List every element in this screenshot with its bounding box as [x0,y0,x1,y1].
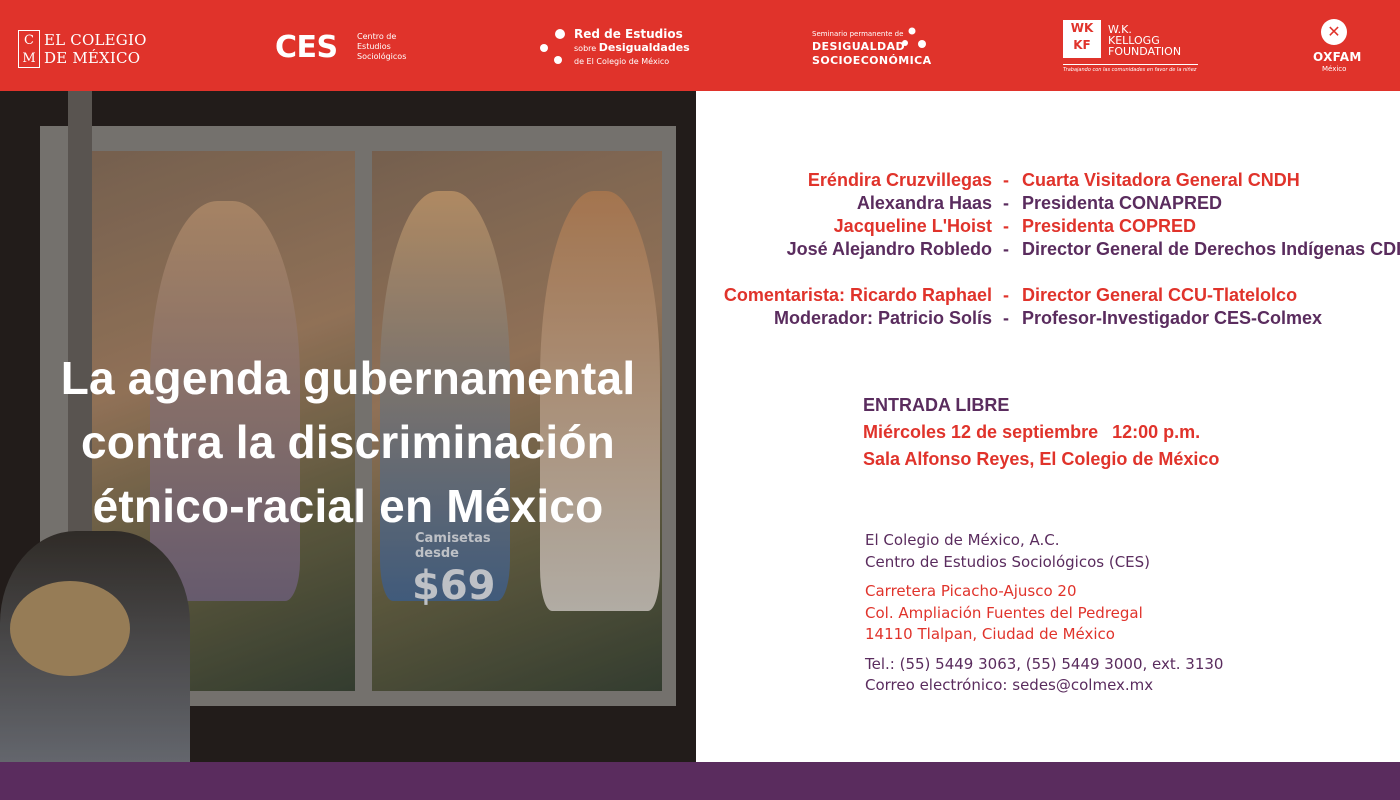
oxfam-icon: ✕ [1321,19,1347,45]
discussant-row: Moderador: Patricio Solís - Profesor-Inv… [773,308,1323,328]
ces-fullname: Centro de Estudios Sociológicos [357,32,407,61]
address: Carretera Picacho-Ajusco 20 Col. Ampliac… [865,582,1143,643]
speaker-row: Eréndira Cruzvillegas - Cuarta Visitador… [807,170,1300,190]
discussant-role: Profesor-Investigador CES-Colmex [1022,308,1323,328]
dots-icon [540,29,565,64]
header-bar: C M EL COLEGIO DE MÉXICO CES Centro de E… [0,0,1400,91]
divider [1063,64,1198,65]
colmex-wordmark: EL COLEGIO DE MÉXICO [44,31,147,67]
dots-icon [902,27,926,48]
discussant-name: Comentarista: Ricardo Raphael [723,285,992,305]
speaker-role: Presidenta CONAPRED [1022,193,1223,213]
phone: Tel.: (55) 5449 3063, (55) 5449 3000, ex… [865,654,1224,673]
speaker-name: Jacqueline L'Hoist [833,216,992,236]
speaker-row: Jacqueline L'Hoist - Presidenta COPRED [833,216,1197,236]
speaker-list: Eréndira Cruzvillegas - Cuarta Visitador… [700,170,1400,331]
event-date: Miércoles 12 de septiembre [863,422,1099,442]
discussant-name: Moderador: Patricio Solís [773,308,992,328]
event-details: ENTRADA LIBRE Miércoles 12 de septiembre… [863,392,1219,473]
org-center: Centro de Estudios Sociológicos (CES) [865,552,1151,571]
event-venue: Sala Alfonso Reyes, El Colegio de México [863,449,1220,469]
speaker-role: Cuarta Visitadora General CNDH [1022,170,1300,190]
entry-free: ENTRADA LIBRE [863,395,1010,415]
speaker-name: José Alejandro Robledo [786,239,992,259]
speaker-role: Presidenta COPRED [1022,216,1197,236]
discussant-role: Director General CCU-Tlatelolco [1022,285,1298,305]
event-title: La agenda gubernamental contra la discri… [60,352,636,532]
email: Correo electrónico: sedes@colmex.mx [865,676,1154,694]
speaker-row: José Alejandro Robledo - Director Genera… [786,239,1400,259]
speaker-name: Eréndira Cruzvillegas [807,170,992,190]
footer-bar [0,762,1400,800]
speaker-name: Alexandra Haas [856,193,992,213]
kellogg-emblem: WK KF [1063,20,1101,58]
colmex-emblem: C M [18,30,40,68]
speaker-role: Director General de Derechos Indígenas C… [1022,239,1400,259]
speaker-row: Alexandra Haas - Presidenta CONAPRED [856,193,1223,213]
ces-acronym: CES [275,30,338,65]
contact-info: El Colegio de México, A.C. Centro de Est… [865,530,1223,697]
discussant-row: Comentarista: Ricardo Raphael - Director… [723,285,1298,305]
event-time: 12:00 p.m. [1112,422,1201,442]
org-name: El Colegio de México, A.C. [865,531,1060,549]
